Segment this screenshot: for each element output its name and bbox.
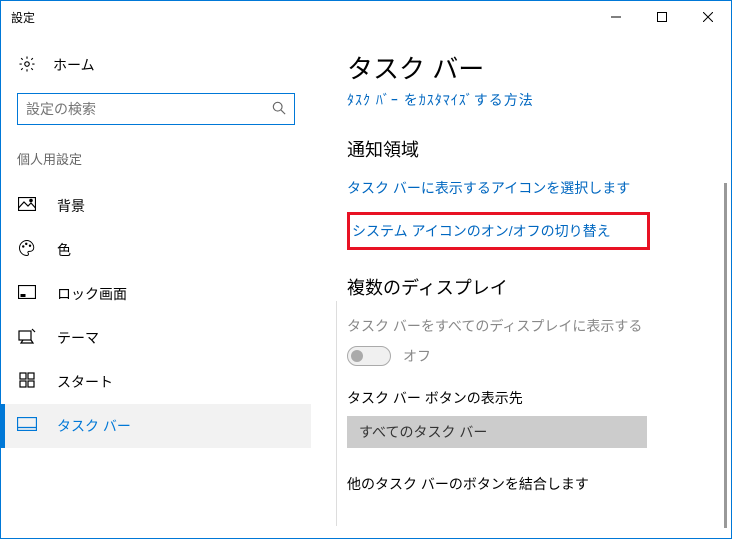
start-icon — [17, 372, 37, 393]
multi-display-header: 複数のディスプレイ — [347, 274, 707, 300]
window-title: 設定 — [11, 9, 593, 26]
section-header: 個人用設定 — [1, 143, 311, 184]
multi-display-desc: タスク バーをすべてのディスプレイに表示する — [347, 316, 707, 336]
search-icon — [272, 101, 286, 118]
search-box[interactable] — [17, 93, 295, 125]
sidebar-item-label: スタート — [57, 372, 113, 392]
separator — [336, 301, 337, 526]
sidebar: ホーム 個人用設定 背景 色 ロ — [1, 33, 311, 538]
system-icons-toggle-link[interactable]: システム アイコンのオン/オフの切り替え — [352, 223, 611, 239]
taskbar-button-dropdown[interactable]: すべてのタスク バー — [347, 416, 647, 448]
notification-area-header: 通知領域 — [347, 136, 707, 162]
theme-icon — [17, 328, 37, 349]
page-title: タスク バー — [347, 49, 707, 86]
titlebar: 設定 — [1, 1, 731, 33]
sidebar-item-label: テーマ — [57, 328, 99, 348]
lockscreen-icon — [17, 285, 37, 304]
picture-icon — [17, 197, 37, 216]
palette-icon — [17, 239, 37, 262]
dropdown-value: すべてのタスク バー — [359, 422, 487, 442]
minimize-button[interactable] — [593, 1, 639, 33]
sidebar-item-start[interactable]: スタート — [1, 360, 311, 404]
multi-display-toggle[interactable] — [347, 346, 391, 366]
sidebar-item-label: 色 — [57, 240, 71, 260]
sidebar-item-themes[interactable]: テーマ — [1, 316, 311, 360]
sidebar-item-label: 背景 — [57, 196, 85, 216]
gear-icon — [17, 55, 37, 76]
partial-link[interactable]: ﾀｽｸ ﾊﾞｰ をｶｽﾀﾏｲｽﾞする方法 — [347, 90, 707, 108]
maximize-button[interactable] — [639, 1, 685, 33]
combine-buttons-label: 他のタスク バーのボタンを結合します — [347, 474, 707, 494]
sidebar-item-label: ロック画面 — [57, 284, 127, 304]
search-input[interactable] — [26, 101, 272, 117]
window-controls — [593, 1, 731, 33]
taskbar-button-label: タスク バー ボタンの表示先 — [347, 388, 707, 408]
taskbar-icon — [17, 417, 37, 436]
home-label: ホーム — [53, 55, 95, 75]
home-button[interactable]: ホーム — [1, 43, 311, 87]
sidebar-item-background[interactable]: 背景 — [1, 184, 311, 228]
sidebar-item-lockscreen[interactable]: ロック画面 — [1, 272, 311, 316]
main-content: タスク バー ﾀｽｸ ﾊﾞｰ をｶｽﾀﾏｲｽﾞする方法 通知領域 タスク バーに… — [311, 33, 731, 538]
sidebar-item-label: タスク バー — [57, 416, 131, 436]
toggle-state-label: オフ — [403, 346, 431, 366]
system-icons-toggle-link-highlight: システム アイコンのオン/オフの切り替え — [347, 212, 650, 250]
select-taskbar-icons-link[interactable]: タスク バーに表示するアイコンを選択します — [347, 180, 630, 196]
close-button[interactable] — [685, 1, 731, 33]
sidebar-item-taskbar[interactable]: タスク バー — [1, 404, 311, 448]
scrollbar[interactable] — [724, 183, 727, 528]
sidebar-item-colors[interactable]: 色 — [1, 228, 311, 272]
